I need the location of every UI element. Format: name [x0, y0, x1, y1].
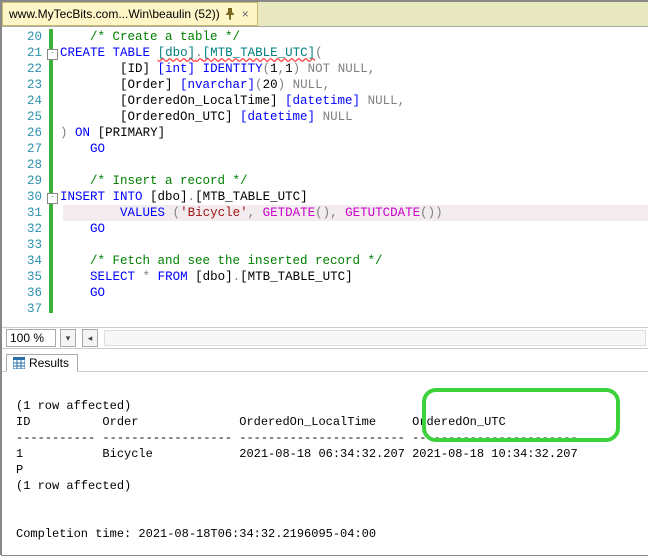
outline-collapse-icon[interactable]: -	[47, 193, 58, 204]
line-number: 23	[2, 77, 42, 93]
code-line: [OrderedOn_UTC] [datetime] NULL	[60, 109, 648, 125]
code-line	[60, 157, 648, 173]
line-number: 28	[2, 157, 42, 173]
line-number: 31	[2, 205, 42, 221]
line-number: 36	[2, 285, 42, 301]
document-tab[interactable]: www.MyTecBits.com...Win\beaulin (52)) ×	[2, 2, 258, 26]
code-editor[interactable]: 202122232425262728293031323334353637 /* …	[2, 27, 648, 328]
code-line: ) ON [PRIMARY]	[60, 125, 648, 141]
code-line: [ID] [int] IDENTITY(1,1) NOT NULL,	[60, 61, 648, 77]
code-line: GO	[60, 285, 648, 301]
outline-collapse-icon[interactable]: -	[47, 49, 58, 60]
document-tab-bar: www.MyTecBits.com...Win\beaulin (52)) ×	[2, 2, 648, 27]
code-line: -INSERT INTO [dbo].[MTB_TABLE_UTC]	[60, 189, 648, 205]
line-number: 33	[2, 237, 42, 253]
line-number: 30	[2, 189, 42, 205]
zoom-dropdown-button[interactable]: ▾	[60, 329, 76, 347]
line-number: 34	[2, 253, 42, 269]
line-number: 32	[2, 221, 42, 237]
tab-title: www.MyTecBits.com...Win\beaulin (52))	[9, 7, 220, 21]
horizontal-scrollbar[interactable]	[104, 330, 646, 346]
line-number: 37	[2, 301, 42, 317]
code-line: [Order] [nvarchar](20) NULL,	[60, 77, 648, 93]
line-number: 27	[2, 141, 42, 157]
line-number: 26	[2, 125, 42, 141]
code-line: [OrderedOn_LocalTime] [datetime] NULL,	[60, 93, 648, 109]
scroll-left-button[interactable]: ◂	[82, 329, 98, 347]
code-line: GO	[60, 221, 648, 237]
line-number: 21	[2, 45, 42, 61]
tab-results[interactable]: Results	[6, 354, 78, 372]
code-line	[60, 237, 648, 253]
code-line: /* Fetch and see the inserted record */	[60, 253, 648, 269]
zoom-input[interactable]	[6, 329, 56, 347]
line-number-gutter: 202122232425262728293031323334353637	[2, 27, 48, 327]
code-line: /* Insert a record */	[60, 173, 648, 189]
results-grid-icon	[13, 357, 25, 369]
results-tab-label: Results	[29, 356, 69, 370]
results-tab-bar: Results	[2, 349, 648, 372]
code-line: SELECT * FROM [dbo].[MTB_TABLE_UTC]	[60, 269, 648, 285]
results-pane[interactable]: (1 row affected) ID Order OrderedOn_Loca…	[2, 372, 648, 556]
code-line: /* Create a table */	[60, 29, 648, 45]
line-number: 35	[2, 269, 42, 285]
results-text: (1 row affected) ID Order OrderedOn_Loca…	[16, 382, 640, 542]
code-line: -CREATE TABLE [dbo].[MTB_TABLE_UTC](	[60, 45, 648, 61]
code-line: VALUES ('Bicycle', GETDATE(), GETUTCDATE…	[60, 205, 648, 221]
line-number: 25	[2, 109, 42, 125]
line-number: 24	[2, 93, 42, 109]
editor-footer-bar: ▾ ◂	[2, 328, 648, 349]
line-number: 29	[2, 173, 42, 189]
code-line: GO	[60, 141, 648, 157]
close-icon[interactable]: ×	[240, 7, 251, 21]
line-number: 22	[2, 61, 42, 77]
line-number: 20	[2, 29, 42, 45]
code-line	[60, 301, 648, 317]
code-area[interactable]: /* Create a table */-CREATE TABLE [dbo].…	[54, 27, 648, 327]
pin-icon[interactable]	[225, 8, 235, 20]
